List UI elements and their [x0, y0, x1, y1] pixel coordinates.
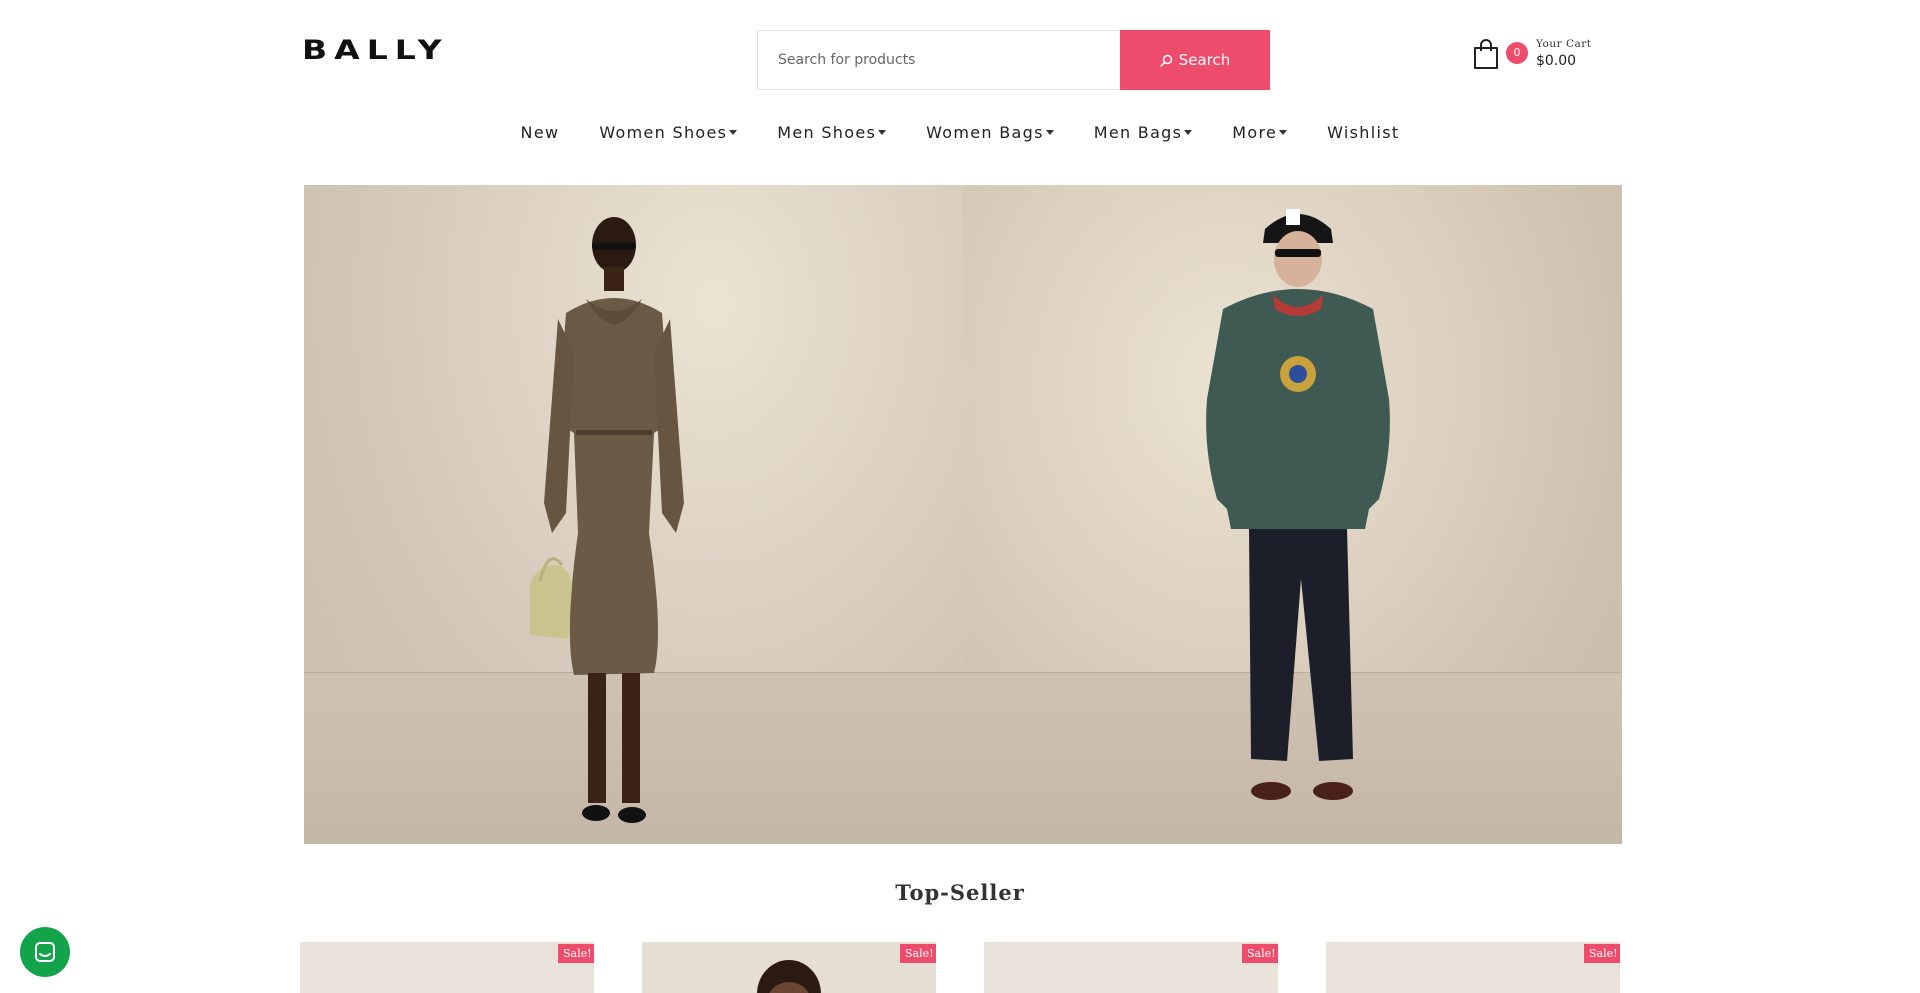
nav-item-label: Wishlist [1327, 122, 1400, 142]
sale-badge: Sale! [1584, 944, 1620, 963]
sale-badge: Sale! [900, 944, 936, 963]
caret-down-icon [729, 130, 738, 135]
cart-widget[interactable]: 0 Your Cart $0.00 [1472, 36, 1602, 76]
cart-count-badge: 0 [1506, 42, 1528, 64]
nav-item-label: Men Shoes [777, 122, 877, 142]
shopping-bag-icon [1474, 39, 1498, 69]
product-card[interactable]: Sale! [642, 942, 936, 993]
sale-badge: Sale! [558, 944, 594, 963]
nav-item-men-shoes[interactable]: Men Shoes [757, 118, 906, 146]
sale-badge: Sale! [1242, 944, 1278, 963]
man-model-figure [1206, 209, 1390, 800]
nav-item-men-bags[interactable]: Men Bags [1074, 118, 1213, 146]
woman-model-figure [530, 217, 684, 823]
search-icon [1160, 54, 1172, 67]
nav-item-label: Women Bags [926, 122, 1044, 142]
nav-item-label: New [520, 122, 560, 142]
nav-item-more[interactable]: More [1212, 118, 1307, 146]
product-card[interactable]: Sale! [984, 942, 1278, 993]
nav-item-label: More [1232, 122, 1278, 142]
caret-down-icon [878, 130, 887, 135]
main-navigation: New Women Shoes Men Shoes Women Bags Men… [0, 118, 1920, 146]
product-model-head [757, 960, 821, 993]
nav-item-label: Women Shoes [599, 122, 728, 142]
search-button-label: Search [1178, 51, 1231, 69]
hero-image-men[interactable] [963, 185, 1622, 844]
cart-total: $0.00 [1536, 53, 1577, 69]
caret-down-icon [1279, 130, 1288, 135]
search-button[interactable]: Search [1120, 30, 1270, 90]
product-card[interactable]: Sale! [300, 942, 594, 993]
nav-item-label: Men Bags [1093, 122, 1183, 142]
product-card[interactable]: Sale! [1326, 942, 1620, 993]
search-input[interactable] [757, 30, 1120, 90]
section-title-top-seller: Top-Seller [895, 880, 1025, 905]
product-grid: Sale! Sale! Sale! Sale! [300, 942, 1630, 993]
nav-item-women-bags[interactable]: Women Bags [906, 118, 1074, 146]
cart-label: Your Cart [1536, 38, 1592, 50]
hero-banner[interactable] [304, 185, 1622, 844]
chat-icon [35, 942, 55, 962]
caret-down-icon [1184, 130, 1193, 135]
chat-launcher-button[interactable] [20, 927, 70, 977]
brand-logo[interactable]: BALLY [302, 36, 449, 63]
nav-item-women-shoes[interactable]: Women Shoes [579, 118, 757, 146]
nav-item-new[interactable]: New [501, 118, 580, 146]
search-bar: Search [757, 30, 1270, 90]
site-header: BALLY Search 0 Your Cart $0.00 [0, 0, 1920, 110]
caret-down-icon [1045, 130, 1054, 135]
nav-item-wishlist[interactable]: Wishlist [1307, 118, 1419, 146]
hero-image-women[interactable] [304, 185, 963, 844]
